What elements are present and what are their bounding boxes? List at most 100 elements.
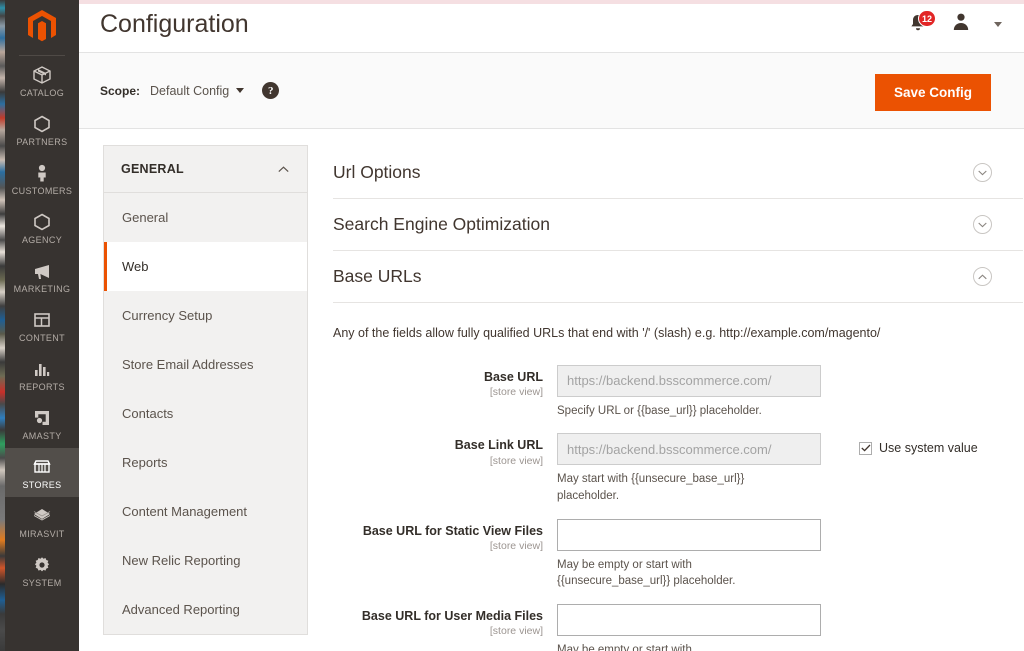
config-nav-label: Advanced Reporting: [122, 602, 240, 617]
base-url-input[interactable]: [557, 364, 821, 397]
scope-selector-group: Scope: Default Config ?: [100, 53, 280, 128]
user-menu-button[interactable]: [952, 12, 970, 36]
config-nav-label: Contacts: [122, 406, 174, 421]
sidebar-item-label: REPORTS: [19, 381, 65, 392]
box-icon: [32, 64, 52, 86]
config-section-general[interactable]: GENERAL: [104, 145, 307, 193]
config-nav-item-currency-setup[interactable]: Currency Setup: [104, 291, 307, 340]
config-nav-label: Reports: [122, 455, 168, 470]
page-content: GENERAL General Web Currency Setup Store…: [79, 129, 1024, 651]
chevron-down-icon: [236, 88, 245, 93]
scope-dropdown-value: Default Config: [150, 83, 230, 98]
base-link-url-input[interactable]: [557, 433, 821, 466]
config-nav-label: Web: [122, 259, 149, 274]
scope-label: Scope:: [100, 83, 141, 98]
sidebar-item-system[interactable]: SYSTEM: [5, 546, 79, 595]
storefront-icon: [32, 456, 52, 478]
field-label-group: Base URL for Static View Files [store vi…: [333, 519, 557, 553]
field-label: Base URL for User Media Files: [361, 608, 543, 623]
config-nav-item-general[interactable]: General: [104, 193, 307, 242]
config-nav-item-contacts[interactable]: Contacts: [104, 389, 307, 438]
magento-logo-icon: [28, 9, 56, 41]
save-config-button[interactable]: Save Config: [874, 74, 991, 111]
use-system-value-group[interactable]: Use system value: [859, 433, 978, 455]
help-icon[interactable]: ?: [262, 82, 280, 99]
field-label-group: Base URL [store view]: [333, 365, 557, 399]
page-title: Configuration: [100, 10, 249, 38]
notification-badge: 12: [917, 10, 936, 27]
base-url-user-media-files-input[interactable]: [557, 603, 821, 636]
diamond-icon: [32, 505, 52, 527]
chevron-down-icon[interactable]: [994, 21, 1002, 27]
sidebar-item-agency[interactable]: AGENCY: [5, 203, 79, 252]
amasty-icon: [32, 407, 52, 429]
header-actions: 12: [908, 10, 1010, 36]
sidebar-item-marketing[interactable]: MARKETING: [5, 252, 79, 301]
hexagon-icon: [32, 211, 52, 233]
notifications-button[interactable]: 12: [908, 10, 936, 35]
config-section-title: GENERAL: [121, 162, 184, 176]
sidebar-item-content[interactable]: CONTENT: [5, 301, 79, 350]
section-title: Base URLs: [333, 266, 422, 286]
megaphone-icon: [32, 260, 52, 282]
field-label: Base URL: [483, 369, 543, 384]
config-nav-item-store-email-addresses[interactable]: Store Email Addresses: [104, 340, 307, 389]
field-hint: May be empty or start with {{unsecure_ba…: [557, 558, 736, 588]
field-base-url-static-view-files: Base URL for Static View Files [store vi…: [333, 518, 1023, 590]
field-label: Base URL for Static View Files: [362, 523, 543, 538]
sidebar-item-partners[interactable]: PARTNERS: [5, 105, 79, 154]
field-scope: [store view]: [489, 386, 543, 399]
config-nav-item-reports[interactable]: Reports: [104, 438, 307, 487]
scope-dropdown[interactable]: Default Config: [150, 83, 245, 98]
use-system-value-label: Use system value: [879, 441, 978, 456]
chevron-up-circle-icon: [973, 267, 992, 286]
field-base-url-user-media-files: Base URL for User Media Files [store vie…: [333, 603, 1023, 651]
field-scope: [store view]: [489, 625, 543, 638]
magento-logo[interactable]: [5, 0, 79, 52]
section-header-search-engine-optimization[interactable]: Search Engine Optimization: [333, 199, 1023, 251]
config-nav-item-new-relic-reporting[interactable]: New Relic Reporting: [104, 536, 307, 585]
field-label-group: Base URL for User Media Files [store vie…: [333, 604, 557, 638]
sidebar-item-label: MIRASVIT: [19, 528, 65, 539]
sidebar-item-label: STORES: [22, 479, 62, 490]
admin-page: CATALOG PARTNERS CUSTOMERS AGENCY MARKET: [0, 0, 1024, 651]
field-control: Specify URL or {{base_url}} placeholder.: [557, 364, 821, 420]
sidebar-item-label: CONTENT: [19, 332, 65, 343]
section-title: Search Engine Optimization: [333, 214, 550, 234]
chevron-down-circle-icon: [973, 163, 992, 182]
base-urls-note: Any of the fields allow fully qualified …: [333, 326, 881, 340]
sidebar-item-catalog[interactable]: CATALOG: [5, 56, 79, 105]
config-nav-label: General: [122, 210, 169, 225]
field-base-url: Base URL [store view] Specify URL or {{b…: [333, 364, 1023, 420]
field-control: May start with {{unsecure_base_url}} pla…: [557, 433, 821, 504]
sidebar-item-mirasvit[interactable]: MIRASVIT: [5, 497, 79, 546]
hexagon-icon: [32, 113, 52, 135]
field-label-group: Base Link URL [store view]: [333, 433, 557, 467]
section-title: Url Options: [333, 162, 421, 182]
field-hint: May start with {{unsecure_base_url}} pla…: [557, 473, 745, 502]
config-nav-label: Store Email Addresses: [122, 357, 254, 372]
use-system-value-checkbox[interactable]: [859, 441, 872, 455]
person-icon: [32, 162, 52, 184]
config-nav-label: Content Management: [122, 504, 248, 519]
section-header-base-urls[interactable]: Base URLs: [333, 251, 1023, 303]
sidebar-item-amasty[interactable]: AMASTY: [5, 399, 79, 448]
sidebar-item-label: PARTNERS: [16, 136, 68, 147]
section-header-url-options[interactable]: Url Options: [333, 147, 1023, 199]
chevron-up-icon: [278, 165, 289, 172]
check-icon: [860, 444, 870, 452]
config-nav: GENERAL General Web Currency Setup Store…: [103, 145, 308, 635]
sidebar-item-label: AMASTY: [22, 430, 62, 441]
config-nav-item-content-management[interactable]: Content Management: [104, 487, 307, 536]
sidebar-item-label: CATALOG: [19, 87, 65, 98]
sidebar-item-reports[interactable]: REPORTS: [5, 350, 79, 399]
config-nav-item-web[interactable]: Web: [104, 242, 307, 291]
base-urls-body: Any of the fields allow fully qualified …: [333, 303, 1023, 651]
sidebar-item-stores[interactable]: STORES: [5, 448, 79, 497]
chevron-down-circle-icon: [973, 215, 992, 234]
field-scope: [store view]: [489, 540, 543, 553]
sidebar-item-label: AGENCY: [21, 234, 63, 245]
base-url-static-view-files-input[interactable]: [557, 518, 821, 551]
sidebar-item-customers[interactable]: CUSTOMERS: [5, 154, 79, 203]
config-nav-item-advanced-reporting[interactable]: Advanced Reporting: [104, 585, 307, 634]
